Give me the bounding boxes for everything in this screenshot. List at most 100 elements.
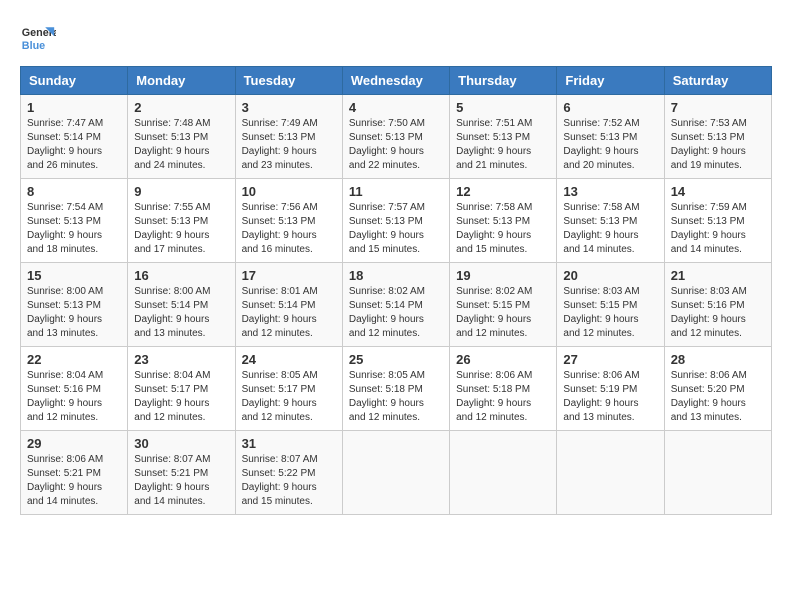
day-detail: Sunrise: 8:04 AM Sunset: 5:16 PM Dayligh… — [27, 369, 121, 425]
day-detail: Sunrise: 8:00 AM Sunset: 5:14 PM Dayligh… — [134, 285, 228, 341]
day-detail: Sunrise: 8:05 AM Sunset: 5:18 PM Dayligh… — [349, 369, 443, 425]
day-cell: 16 Sunrise: 8:00 AM Sunset: 5:14 PM Dayl… — [128, 263, 235, 347]
svg-text:Blue: Blue — [22, 40, 45, 52]
column-header-tuesday: Tuesday — [235, 67, 342, 95]
day-cell: 7 Sunrise: 7:53 AM Sunset: 5:13 PM Dayli… — [664, 95, 771, 179]
day-cell: 17 Sunrise: 8:01 AM Sunset: 5:14 PM Dayl… — [235, 263, 342, 347]
day-cell — [557, 431, 664, 515]
day-cell: 21 Sunrise: 8:03 AM Sunset: 5:16 PM Dayl… — [664, 263, 771, 347]
day-detail: Sunrise: 7:58 AM Sunset: 5:13 PM Dayligh… — [563, 201, 657, 257]
day-cell: 6 Sunrise: 7:52 AM Sunset: 5:13 PM Dayli… — [557, 95, 664, 179]
day-detail: Sunrise: 7:50 AM Sunset: 5:13 PM Dayligh… — [349, 117, 443, 173]
day-number: 7 — [671, 100, 765, 115]
day-detail: Sunrise: 8:03 AM Sunset: 5:16 PM Dayligh… — [671, 285, 765, 341]
day-cell: 27 Sunrise: 8:06 AM Sunset: 5:19 PM Dayl… — [557, 347, 664, 431]
day-detail: Sunrise: 8:06 AM Sunset: 5:18 PM Dayligh… — [456, 369, 550, 425]
day-cell: 25 Sunrise: 8:05 AM Sunset: 5:18 PM Dayl… — [342, 347, 449, 431]
day-detail: Sunrise: 7:53 AM Sunset: 5:13 PM Dayligh… — [671, 117, 765, 173]
day-cell: 10 Sunrise: 7:56 AM Sunset: 5:13 PM Dayl… — [235, 179, 342, 263]
day-detail: Sunrise: 7:55 AM Sunset: 5:13 PM Dayligh… — [134, 201, 228, 257]
day-detail: Sunrise: 7:56 AM Sunset: 5:13 PM Dayligh… — [242, 201, 336, 257]
day-cell — [450, 431, 557, 515]
column-header-thursday: Thursday — [450, 67, 557, 95]
day-detail: Sunrise: 7:57 AM Sunset: 5:13 PM Dayligh… — [349, 201, 443, 257]
day-detail: Sunrise: 8:02 AM Sunset: 5:14 PM Dayligh… — [349, 285, 443, 341]
day-detail: Sunrise: 8:01 AM Sunset: 5:14 PM Dayligh… — [242, 285, 336, 341]
logo: General Blue — [20, 20, 56, 56]
day-detail: Sunrise: 7:52 AM Sunset: 5:13 PM Dayligh… — [563, 117, 657, 173]
day-cell: 28 Sunrise: 8:06 AM Sunset: 5:20 PM Dayl… — [664, 347, 771, 431]
day-detail: Sunrise: 7:47 AM Sunset: 5:14 PM Dayligh… — [27, 117, 121, 173]
week-row-3: 15 Sunrise: 8:00 AM Sunset: 5:13 PM Dayl… — [21, 263, 772, 347]
week-row-1: 1 Sunrise: 7:47 AM Sunset: 5:14 PM Dayli… — [21, 95, 772, 179]
day-cell — [342, 431, 449, 515]
day-detail: Sunrise: 8:04 AM Sunset: 5:17 PM Dayligh… — [134, 369, 228, 425]
day-cell: 5 Sunrise: 7:51 AM Sunset: 5:13 PM Dayli… — [450, 95, 557, 179]
day-number: 11 — [349, 184, 443, 199]
day-number: 14 — [671, 184, 765, 199]
column-header-sunday: Sunday — [21, 67, 128, 95]
day-detail: Sunrise: 8:05 AM Sunset: 5:17 PM Dayligh… — [242, 369, 336, 425]
day-number: 23 — [134, 352, 228, 367]
day-detail: Sunrise: 7:49 AM Sunset: 5:13 PM Dayligh… — [242, 117, 336, 173]
day-detail: Sunrise: 8:06 AM Sunset: 5:20 PM Dayligh… — [671, 369, 765, 425]
day-number: 31 — [242, 436, 336, 451]
day-cell: 30 Sunrise: 8:07 AM Sunset: 5:21 PM Dayl… — [128, 431, 235, 515]
column-header-friday: Friday — [557, 67, 664, 95]
day-number: 10 — [242, 184, 336, 199]
day-number: 30 — [134, 436, 228, 451]
day-cell: 8 Sunrise: 7:54 AM Sunset: 5:13 PM Dayli… — [21, 179, 128, 263]
day-number: 17 — [242, 268, 336, 283]
day-detail: Sunrise: 7:54 AM Sunset: 5:13 PM Dayligh… — [27, 201, 121, 257]
column-header-saturday: Saturday — [664, 67, 771, 95]
day-cell: 4 Sunrise: 7:50 AM Sunset: 5:13 PM Dayli… — [342, 95, 449, 179]
day-number: 9 — [134, 184, 228, 199]
day-number: 2 — [134, 100, 228, 115]
day-cell: 13 Sunrise: 7:58 AM Sunset: 5:13 PM Dayl… — [557, 179, 664, 263]
day-detail: Sunrise: 8:02 AM Sunset: 5:15 PM Dayligh… — [456, 285, 550, 341]
day-number: 21 — [671, 268, 765, 283]
day-detail: Sunrise: 8:07 AM Sunset: 5:21 PM Dayligh… — [134, 453, 228, 509]
column-header-wednesday: Wednesday — [342, 67, 449, 95]
day-number: 18 — [349, 268, 443, 283]
day-detail: Sunrise: 7:48 AM Sunset: 5:13 PM Dayligh… — [134, 117, 228, 173]
day-number: 5 — [456, 100, 550, 115]
day-number: 8 — [27, 184, 121, 199]
day-number: 20 — [563, 268, 657, 283]
day-detail: Sunrise: 7:58 AM Sunset: 5:13 PM Dayligh… — [456, 201, 550, 257]
day-detail: Sunrise: 8:07 AM Sunset: 5:22 PM Dayligh… — [242, 453, 336, 509]
day-number: 1 — [27, 100, 121, 115]
day-detail: Sunrise: 8:06 AM Sunset: 5:19 PM Dayligh… — [563, 369, 657, 425]
week-row-4: 22 Sunrise: 8:04 AM Sunset: 5:16 PM Dayl… — [21, 347, 772, 431]
week-row-2: 8 Sunrise: 7:54 AM Sunset: 5:13 PM Dayli… — [21, 179, 772, 263]
logo-icon: General Blue — [20, 20, 56, 56]
day-cell: 18 Sunrise: 8:02 AM Sunset: 5:14 PM Dayl… — [342, 263, 449, 347]
calendar-table: SundayMondayTuesdayWednesdayThursdayFrid… — [20, 66, 772, 515]
day-number: 27 — [563, 352, 657, 367]
day-number: 25 — [349, 352, 443, 367]
day-cell: 14 Sunrise: 7:59 AM Sunset: 5:13 PM Dayl… — [664, 179, 771, 263]
day-number: 22 — [27, 352, 121, 367]
week-row-5: 29 Sunrise: 8:06 AM Sunset: 5:21 PM Dayl… — [21, 431, 772, 515]
day-cell: 11 Sunrise: 7:57 AM Sunset: 5:13 PM Dayl… — [342, 179, 449, 263]
day-detail: Sunrise: 7:51 AM Sunset: 5:13 PM Dayligh… — [456, 117, 550, 173]
day-number: 29 — [27, 436, 121, 451]
day-cell: 31 Sunrise: 8:07 AM Sunset: 5:22 PM Dayl… — [235, 431, 342, 515]
day-cell: 20 Sunrise: 8:03 AM Sunset: 5:15 PM Dayl… — [557, 263, 664, 347]
day-number: 28 — [671, 352, 765, 367]
day-number: 15 — [27, 268, 121, 283]
day-detail: Sunrise: 8:03 AM Sunset: 5:15 PM Dayligh… — [563, 285, 657, 341]
day-cell: 24 Sunrise: 8:05 AM Sunset: 5:17 PM Dayl… — [235, 347, 342, 431]
day-detail: Sunrise: 8:06 AM Sunset: 5:21 PM Dayligh… — [27, 453, 121, 509]
calendar-header: SundayMondayTuesdayWednesdayThursdayFrid… — [21, 67, 772, 95]
day-cell: 12 Sunrise: 7:58 AM Sunset: 5:13 PM Dayl… — [450, 179, 557, 263]
day-cell: 26 Sunrise: 8:06 AM Sunset: 5:18 PM Dayl… — [450, 347, 557, 431]
day-number: 13 — [563, 184, 657, 199]
day-number: 6 — [563, 100, 657, 115]
day-cell: 15 Sunrise: 8:00 AM Sunset: 5:13 PM Dayl… — [21, 263, 128, 347]
day-cell: 9 Sunrise: 7:55 AM Sunset: 5:13 PM Dayli… — [128, 179, 235, 263]
day-cell: 19 Sunrise: 8:02 AM Sunset: 5:15 PM Dayl… — [450, 263, 557, 347]
day-detail: Sunrise: 8:00 AM Sunset: 5:13 PM Dayligh… — [27, 285, 121, 341]
day-number: 19 — [456, 268, 550, 283]
day-cell: 2 Sunrise: 7:48 AM Sunset: 5:13 PM Dayli… — [128, 95, 235, 179]
